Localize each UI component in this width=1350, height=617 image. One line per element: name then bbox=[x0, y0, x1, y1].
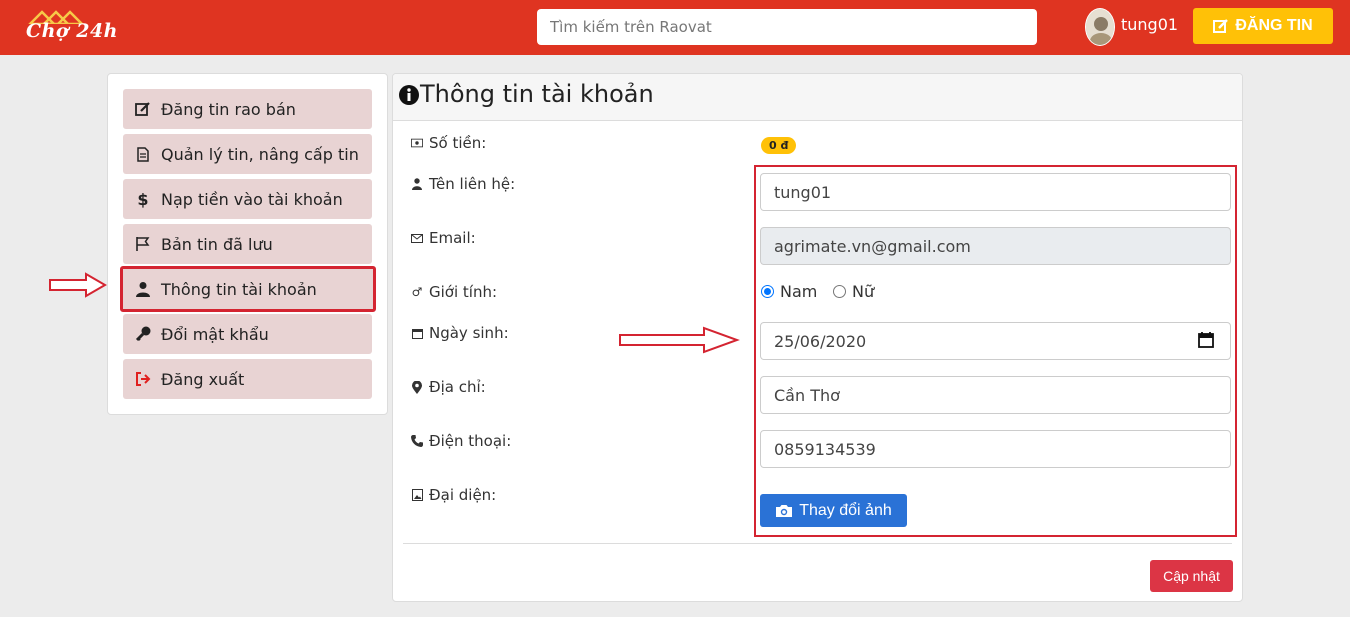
location-pin-icon bbox=[411, 380, 423, 394]
search-input[interactable] bbox=[537, 9, 1037, 45]
page-title: Thông tin tài khoản bbox=[420, 80, 654, 108]
sidebar-item-label: Quản lý tin, nâng cấp tin bbox=[161, 144, 359, 164]
info-icon bbox=[399, 85, 419, 105]
camera-icon bbox=[776, 504, 793, 517]
panel-header: Thông tin tài khoản bbox=[393, 74, 1242, 121]
balance-badge: 0 đ bbox=[761, 137, 797, 154]
sidebar-item-label: Thông tin tài khoản bbox=[161, 279, 317, 299]
avatar[interactable] bbox=[1085, 8, 1115, 46]
avatar-image-icon bbox=[1086, 9, 1114, 45]
change-photo-label: Thay đổi ảnh bbox=[799, 501, 892, 519]
sidebar-item-change-password[interactable]: Đổi mật khẩu bbox=[123, 314, 372, 354]
gender-label: Giới tính: bbox=[429, 283, 498, 301]
post-ad-label: ĐĂNG TIN bbox=[1235, 17, 1313, 34]
contact-name-input[interactable] bbox=[760, 173, 1231, 211]
annotation-arrow-icon bbox=[619, 326, 740, 354]
change-photo-button[interactable]: Thay đổi ảnh bbox=[760, 494, 907, 527]
birthday-input[interactable] bbox=[760, 322, 1231, 360]
address-input[interactable] bbox=[760, 376, 1231, 414]
sidebar-item-saved-ads[interactable]: Bản tin đã lưu bbox=[123, 224, 372, 264]
phone-icon bbox=[411, 435, 423, 447]
contact-name-label: Tên liên hệ: bbox=[429, 175, 516, 193]
gender-option-female[interactable]: Nữ bbox=[833, 282, 874, 301]
email-label: Email: bbox=[429, 229, 476, 247]
image-icon bbox=[411, 489, 423, 501]
gender-radio-female[interactable] bbox=[833, 285, 846, 298]
date-picker-icon[interactable] bbox=[1198, 332, 1214, 348]
edit-icon bbox=[1213, 19, 1229, 33]
sidebar-item-top-up[interactable]: $ Nạp tiền vào tài khoản bbox=[123, 179, 372, 219]
annotation-arrow-icon bbox=[49, 272, 107, 298]
phone-label-row: Điện thoại: bbox=[411, 432, 511, 450]
sidebar-item-label: Bản tin đã lưu bbox=[161, 234, 273, 254]
account-info-panel: Thông tin tài khoản Số tiền: 0 đ Tên liê… bbox=[392, 73, 1243, 602]
address-label: Địa chỉ: bbox=[429, 378, 486, 396]
sidebar-item-label: Đăng xuất bbox=[161, 369, 245, 389]
phone-input[interactable] bbox=[760, 430, 1231, 468]
user-icon bbox=[129, 281, 157, 297]
gender-radio-male[interactable] bbox=[761, 285, 774, 298]
gender-label-row: ♂ Giới tính: bbox=[411, 283, 497, 301]
dollar-icon: $ bbox=[137, 189, 149, 209]
logo-text: Chợ 24h bbox=[26, 20, 118, 42]
account-sidebar: Đăng tin rao bán Quản lý tin, nâng cấp t… bbox=[107, 73, 388, 415]
user-icon bbox=[411, 178, 423, 190]
sidebar-item-post-ad[interactable]: Đăng tin rao bán bbox=[123, 89, 372, 129]
birthday-label: Ngày sinh: bbox=[429, 324, 509, 342]
birthday-label-row: Ngày sinh: bbox=[411, 324, 509, 342]
envelope-icon bbox=[411, 233, 423, 243]
sidebar-item-label: Nạp tiền vào tài khoản bbox=[161, 189, 343, 209]
form-divider bbox=[403, 543, 1232, 544]
gender-option-label: Nữ bbox=[852, 282, 875, 301]
sidebar-item-manage-ads[interactable]: Quản lý tin, nâng cấp tin bbox=[123, 134, 372, 174]
sidebar-item-label: Đăng tin rao bán bbox=[161, 99, 296, 119]
balance-label: Số tiền: bbox=[429, 134, 487, 152]
document-icon bbox=[129, 146, 157, 162]
gender-icon: ♂ bbox=[411, 285, 423, 299]
balance-label-row: Số tiền: bbox=[411, 134, 486, 152]
edit-icon bbox=[129, 101, 157, 117]
avatar-label-row: Đại diện: bbox=[411, 486, 496, 504]
sidebar-item-account-info[interactable]: Thông tin tài khoản bbox=[120, 266, 376, 312]
money-icon bbox=[411, 138, 423, 148]
phone-label: Điện thoại: bbox=[429, 432, 512, 450]
username-label[interactable]: tung01 bbox=[1121, 15, 1178, 34]
email-field bbox=[760, 227, 1231, 265]
key-icon bbox=[129, 326, 157, 342]
site-logo[interactable]: Chợ 24h bbox=[24, 10, 124, 46]
gender-option-male[interactable]: Nam bbox=[761, 282, 817, 301]
email-label-row: Email: bbox=[411, 229, 476, 247]
flag-icon bbox=[129, 236, 157, 252]
sidebar-item-logout[interactable]: Đăng xuất bbox=[123, 359, 372, 399]
avatar-label: Đại diện: bbox=[429, 486, 497, 504]
post-ad-button[interactable]: ĐĂNG TIN bbox=[1193, 8, 1333, 44]
gender-option-label: Nam bbox=[780, 282, 818, 301]
address-label-row: Địa chỉ: bbox=[411, 378, 486, 396]
contact-name-label-row: Tên liên hệ: bbox=[411, 175, 515, 193]
update-button[interactable]: Cập nhật bbox=[1150, 560, 1233, 592]
calendar-icon bbox=[411, 328, 423, 339]
logout-icon bbox=[129, 372, 157, 386]
sidebar-item-label: Đổi mật khẩu bbox=[161, 324, 269, 344]
top-navbar: Chợ 24h tung01 ĐĂNG TIN bbox=[0, 0, 1350, 55]
